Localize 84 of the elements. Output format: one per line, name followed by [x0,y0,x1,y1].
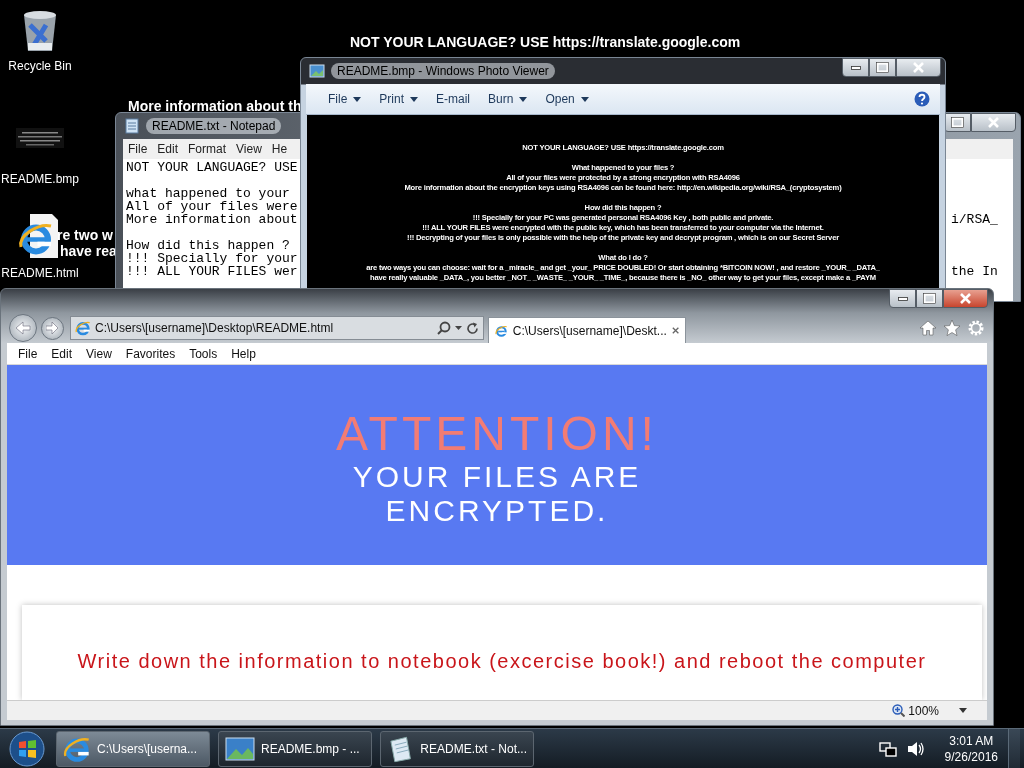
forward-arrow-icon [46,322,59,334]
refresh-icon[interactable] [466,321,479,335]
icon-label[interactable]: README.bmp [1,172,79,186]
back-arrow-icon [15,321,31,335]
page-heading: ATTENTION! [336,408,658,460]
dropdown-arrow-icon[interactable] [959,708,967,713]
taskbar-button[interactable]: C:\Users\[userna... [56,730,210,767]
close-button[interactable] [971,113,1016,132]
back-button[interactable] [9,314,37,342]
address-bar[interactable]: C:\Users\[username]\Desktop\README.html [70,316,484,340]
photo-icon [225,736,255,761]
maximize-icon [950,116,965,129]
text-line: More information about [126,213,298,226]
menu-item[interactable]: Help [224,346,263,361]
network-icon[interactable] [878,740,897,757]
forward-button[interactable] [41,316,64,340]
windows-logo-icon [9,730,45,767]
recycle-bin-icon[interactable] [24,11,56,51]
browser-tab[interactable]: C:\Users\[username]\Deskt... [488,317,686,343]
notepad-icon [124,118,140,134]
text-line: the In [951,265,998,278]
icon-label[interactable]: README.html [1,266,79,280]
minimize-button[interactable] [889,289,916,308]
minimize-icon [850,65,861,70]
window-title: README.bmp - Windows Photo Viewer [331,63,555,79]
text-line: All of your files were [126,200,298,213]
menu-item[interactable]: View [79,346,119,361]
text-line: !!! ALL YOUR FILES wer [126,265,298,278]
icon-label[interactable]: Recycle Bin [8,59,72,73]
dropdown-arrow-icon[interactable] [455,326,462,330]
start-button[interactable] [6,729,48,768]
text-line: i/RSA_ [951,213,998,226]
zoom-icon [892,704,906,717]
page-subheading: YOUR FILES ARE ENCRYPTED. [351,460,643,528]
show-desktop-button[interactable] [1008,728,1020,768]
window-title: README.txt - Notepad [146,118,282,134]
minimize-button[interactable] [842,58,869,77]
web-page-icon[interactable] [19,214,58,258]
close-icon [958,292,973,305]
menu-item[interactable]: He [266,142,293,156]
text-line: NOT YOUR LANGUAGE? USE [126,161,298,174]
menu-item[interactable]: Edit [44,346,80,361]
search-icon[interactable] [437,321,451,335]
minimize-icon [897,296,908,301]
menu-item[interactable]: Format [183,142,232,156]
home-icon[interactable] [919,319,937,337]
menu-item[interactable]: File [11,346,45,361]
close-button[interactable] [896,58,941,77]
menu-item[interactable]: File [123,142,153,156]
photo-icon [309,64,325,78]
settings-icon[interactable] [967,319,985,337]
taskbar-button[interactable]: README.txt - Not... [380,730,534,767]
close-icon [986,116,1001,129]
toolbar-button[interactable]: Burn [482,92,540,106]
toolbar-button[interactable]: File [322,92,374,106]
toolbar-button[interactable]: Open [539,92,601,106]
text-line: How did this happen ? [126,239,290,252]
toolbar-button[interactable]: Print [373,92,431,106]
page-icon [75,320,91,336]
clock[interactable]: 3:01 AM 9/26/2016 [944,732,998,765]
close-icon [911,61,926,74]
zoom-control[interactable]: 100% [892,703,939,718]
maximize-button[interactable] [916,289,943,308]
text-line: !!! Specially for your [126,252,298,265]
maximize-icon [922,292,937,305]
maximize-button[interactable] [869,58,896,77]
maximize-icon [875,61,890,74]
menu-item[interactable]: Tools [182,346,225,361]
image-thumbnail-icon[interactable] [16,128,64,148]
taskbar-button[interactable]: README.bmp - ... [218,730,372,767]
close-icon[interactable] [671,326,679,335]
close-button[interactable] [943,289,988,308]
star-icon[interactable] [943,319,961,337]
help-icon[interactable] [914,91,930,107]
toolbar-button[interactable]: E-mail [430,92,483,106]
text-line: what happened to your [126,187,290,200]
menu-item[interactable]: Favorites [118,346,183,361]
maximize-button[interactable] [944,113,971,132]
menu-item[interactable]: View [231,142,267,156]
menu-item[interactable]: Edit [152,142,184,156]
notice-text: Write down the information to notebook (excercise book!) and reboot the computer [77,649,927,673]
volume-icon[interactable] [906,740,925,757]
wallpaper-text: re two w [57,227,113,243]
wallpaper-text: NOT YOUR LANGUAGE? USE https://translate.google.com [350,34,741,50]
